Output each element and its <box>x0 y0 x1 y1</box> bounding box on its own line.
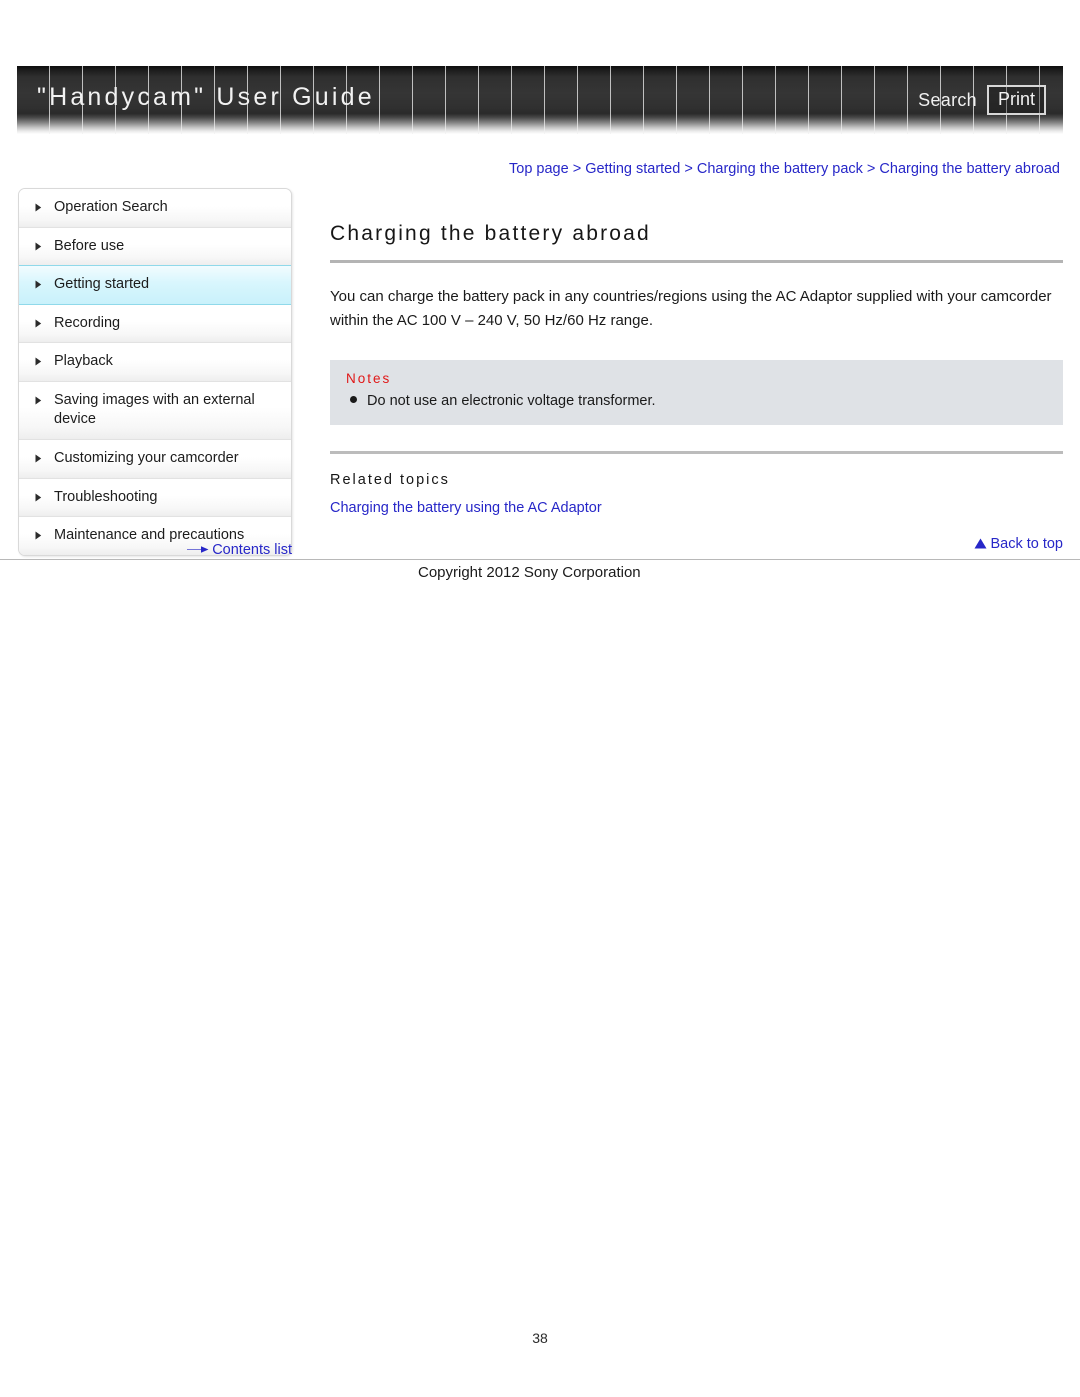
intro-paragraph: You can charge the battery pack in any c… <box>330 288 1052 330</box>
section-divider <box>330 450 1063 454</box>
triangle-right-icon <box>35 242 45 251</box>
sidebar-item-label: Troubleshooting <box>54 488 158 505</box>
triangle-right-icon <box>35 203 45 212</box>
breadcrumb-item[interactable]: Charging the battery pack <box>697 161 863 177</box>
breadcrumb-separator: > <box>862 161 880 177</box>
sidebar-item-saving-images-with-an-external-device[interactable]: Saving images with an external device <box>19 381 291 440</box>
sidebar-item-label: Playback <box>54 353 113 370</box>
breadcrumb-item[interactable]: Top page <box>509 161 569 177</box>
note-item-text: Do not use an electronic voltage transfo… <box>367 392 656 409</box>
notes-item-list: Do not use an electronic voltage transfo… <box>346 393 1047 409</box>
triangle-right-icon <box>35 280 45 289</box>
contents-list-label: Contents list <box>212 542 292 558</box>
triangle-right-icon <box>35 531 45 540</box>
sidebar-item-before-use[interactable]: Before use <box>19 227 291 267</box>
note-item: Do not use an electronic voltage transfo… <box>346 393 1047 409</box>
triangle-right-icon <box>35 319 45 328</box>
triangle-right-icon <box>35 396 45 405</box>
page-number: 38 <box>532 1330 548 1346</box>
back-to-top-link[interactable]: Back to top <box>330 536 1063 553</box>
title-divider <box>330 260 1063 263</box>
notes-title: Notes <box>346 370 392 386</box>
related-topic-link[interactable]: Charging the battery using the AC Adapto… <box>330 500 1063 516</box>
breadcrumb-item[interactable]: Getting started <box>585 161 680 177</box>
search-button[interactable]: Search <box>918 90 977 111</box>
breadcrumb: Top page > Getting started > Charging th… <box>509 161 1060 177</box>
triangle-right-icon <box>35 493 45 502</box>
breadcrumb-separator: > <box>568 161 586 177</box>
breadcrumb-item: Charging the battery abroad <box>879 161 1060 177</box>
sidebar-item-recording[interactable]: Recording <box>19 304 291 344</box>
sidebar-item-operation-search[interactable]: Operation Search <box>19 189 291 228</box>
copyright-text: Copyright 2012 Sony Corporation <box>418 564 641 581</box>
arrow-right-icon <box>187 543 209 559</box>
triangle-right-icon <box>35 357 45 366</box>
site-title: "Handycam" User Guide <box>37 83 375 111</box>
main-content: Charging the battery abroad You can char… <box>330 222 1063 553</box>
related-topics-title: Related topics <box>330 471 450 488</box>
sidebar-navigation: Operation Search Before use Getting starte… <box>18 188 292 556</box>
contents-list-link[interactable]: Contents list <box>18 542 292 559</box>
sidebar-item-label: Before use <box>54 237 125 254</box>
related-topics-links: Charging the battery using the AC Adapto… <box>330 500 1063 516</box>
sidebar-item-label: Operation Search <box>54 199 168 215</box>
triangle-right-icon <box>35 454 45 463</box>
notes-box: Notes Do not use an electronic voltage t… <box>330 359 1063 425</box>
page-title: Charging the battery abroad <box>330 222 651 245</box>
sidebar-item-label: Getting started <box>54 276 150 293</box>
sidebar-item-label: Customizing your camcorder <box>54 449 239 466</box>
sidebar-item-getting-started[interactable]: Getting started <box>19 265 291 305</box>
sidebar-item-customizing-your-camcorder[interactable]: Customizing your camcorder <box>19 439 291 479</box>
triangle-up-icon <box>974 537 987 553</box>
breadcrumb-separator: > <box>680 161 697 177</box>
footer-divider <box>0 559 1080 560</box>
sidebar-item-troubleshooting[interactable]: Troubleshooting <box>19 478 291 518</box>
back-to-top-label: Back to top <box>990 535 1063 552</box>
sidebar-item-playback[interactable]: Playback <box>19 343 291 382</box>
sidebar-item-label: Recording <box>54 314 121 331</box>
bullet-icon <box>350 395 357 403</box>
site-header-banner: "Handycam" User Guide Search Print <box>17 66 1063 134</box>
print-button[interactable]: Print <box>986 85 1046 115</box>
sidebar-item-label: Saving images with an external device <box>54 391 255 428</box>
